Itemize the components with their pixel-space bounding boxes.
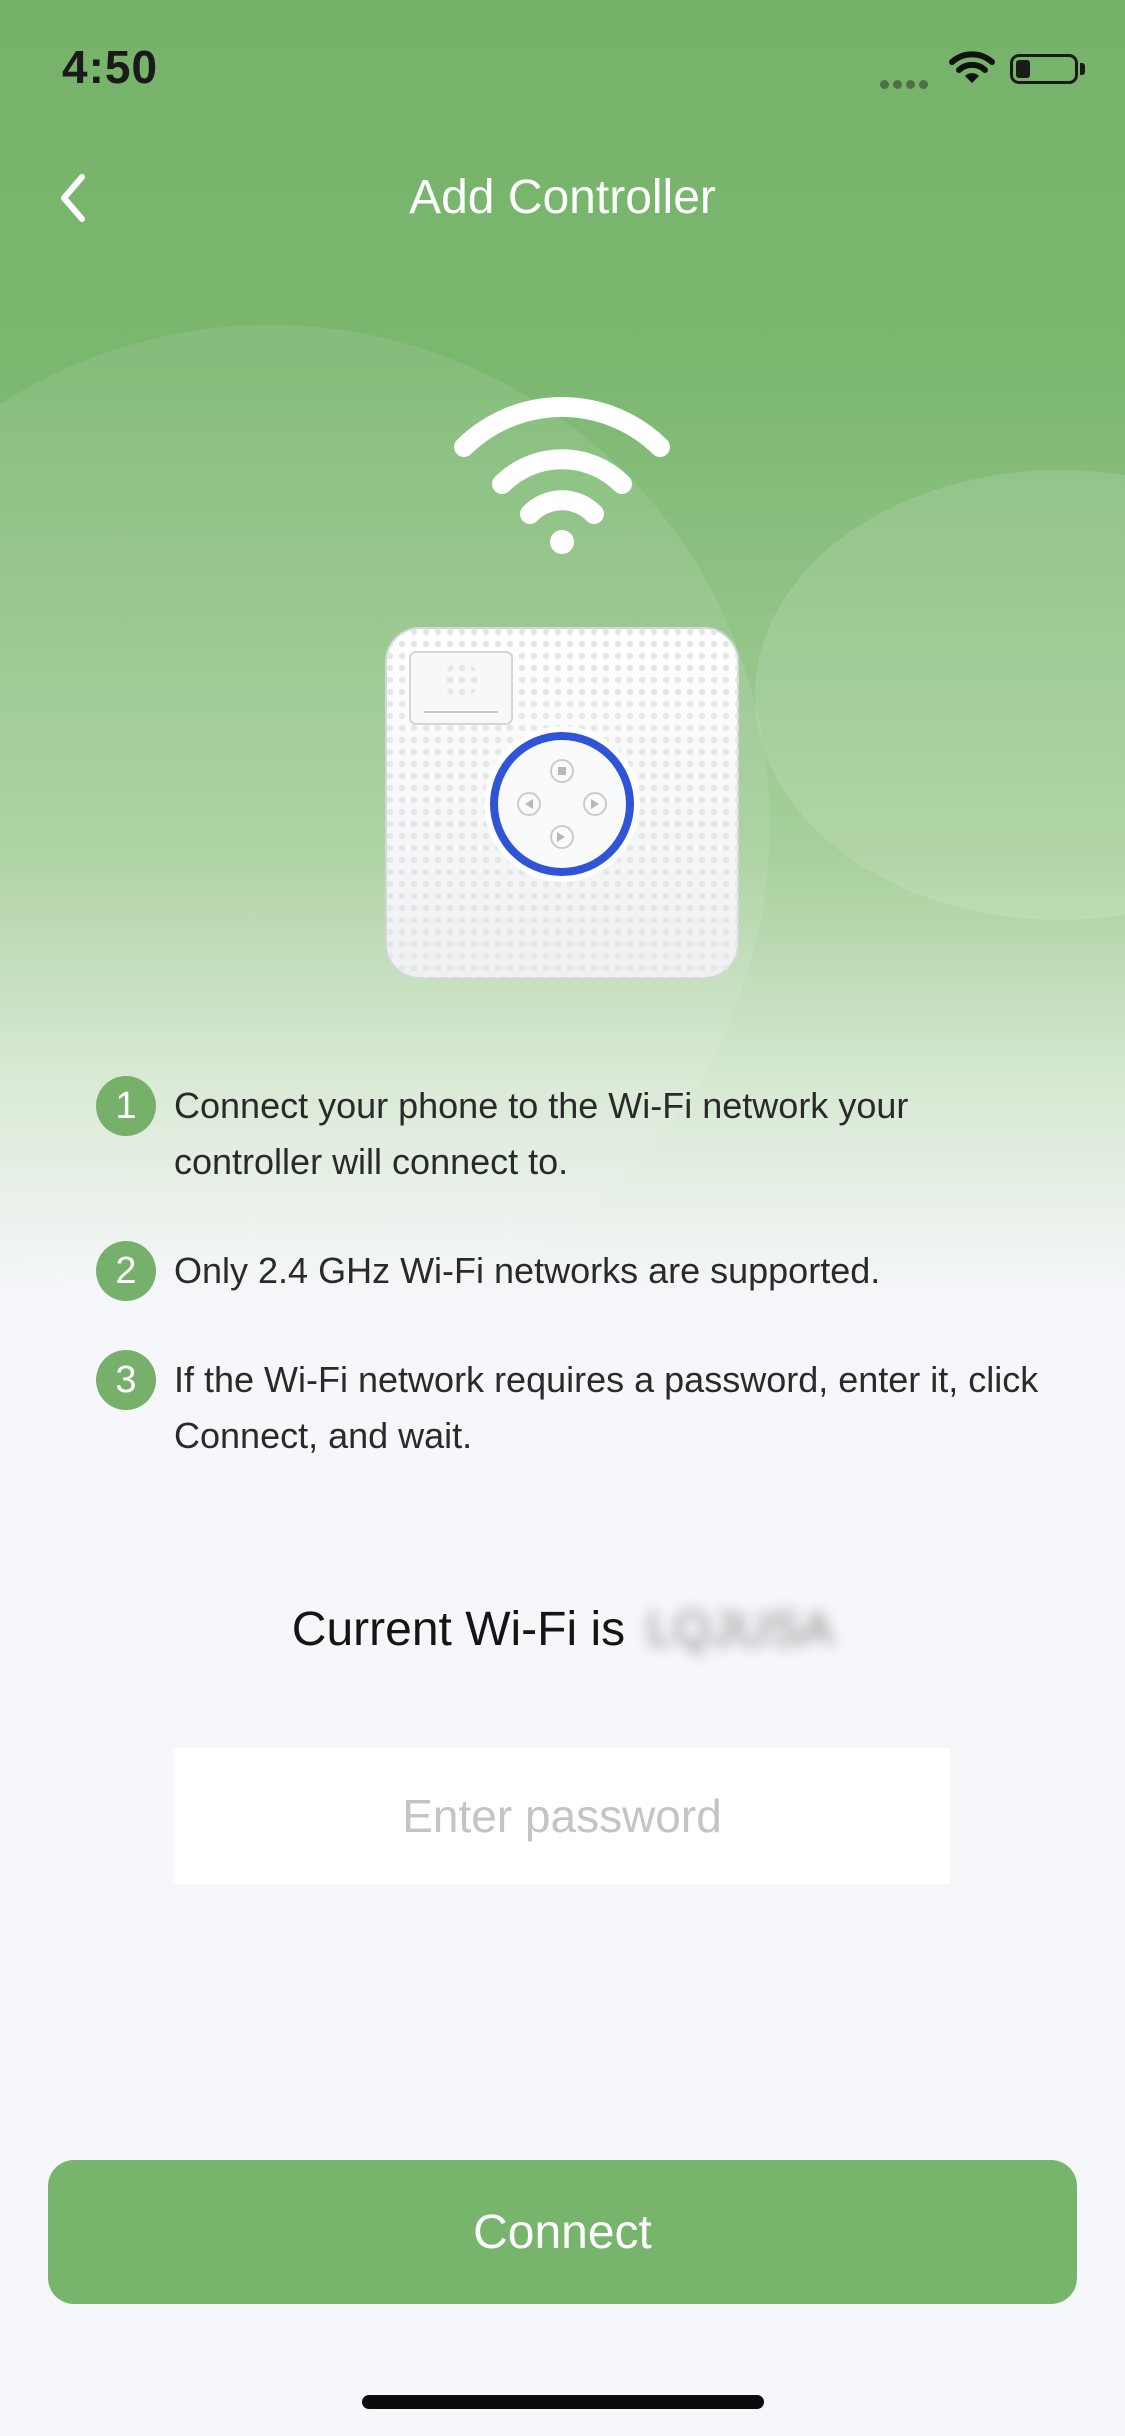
instruction-steps: 1 Connect your phone to the Wi-Fi networ… — [96, 1076, 1056, 1464]
wifi-icon — [454, 397, 670, 554]
battery-icon — [1010, 54, 1078, 84]
battery-cap — [1080, 63, 1085, 75]
page-title: Add Controller — [409, 171, 716, 224]
connect-button[interactable]: Connect — [48, 2160, 1077, 2304]
wifi-status-icon — [949, 51, 995, 83]
chevron-left-icon — [61, 174, 85, 222]
navigation-bar: Add Controller — [0, 145, 1125, 255]
instruction-step: 2 Only 2.4 GHz Wi-Fi networks are suppor… — [96, 1241, 1056, 1301]
step-number-badge: 3 — [96, 1350, 156, 1410]
current-wifi-prefix: Current Wi-Fi is — [291, 1603, 626, 1656]
status-bar: 4:50 — [0, 0, 1125, 140]
step-text: If the Wi-Fi network requires a password… — [174, 1359, 1039, 1456]
wifi-ssid: LQJUSA — [646, 1603, 834, 1656]
back-button[interactable] — [40, 163, 110, 233]
step-text: Connect your phone to the Wi-Fi network … — [174, 1085, 909, 1182]
status-time: 4:50 — [62, 41, 159, 93]
controller-device-image — [385, 627, 739, 979]
instruction-step: 3 If the Wi-Fi network requires a passwo… — [96, 1350, 1056, 1464]
instruction-step: 1 Connect your phone to the Wi-Fi networ… — [96, 1076, 1056, 1190]
cellular-signal-icon — [880, 76, 936, 89]
password-input[interactable] — [174, 1748, 950, 1884]
step-text: Only 2.4 GHz Wi-Fi networks are supporte… — [174, 1250, 881, 1291]
step-number-badge: 2 — [96, 1241, 156, 1301]
current-wifi-label: Current Wi-Fi is LQJUSA — [0, 1602, 1125, 1657]
decorative-circle — [755, 470, 1125, 920]
step-number-badge: 1 — [96, 1076, 156, 1136]
home-indicator — [362, 2395, 764, 2409]
